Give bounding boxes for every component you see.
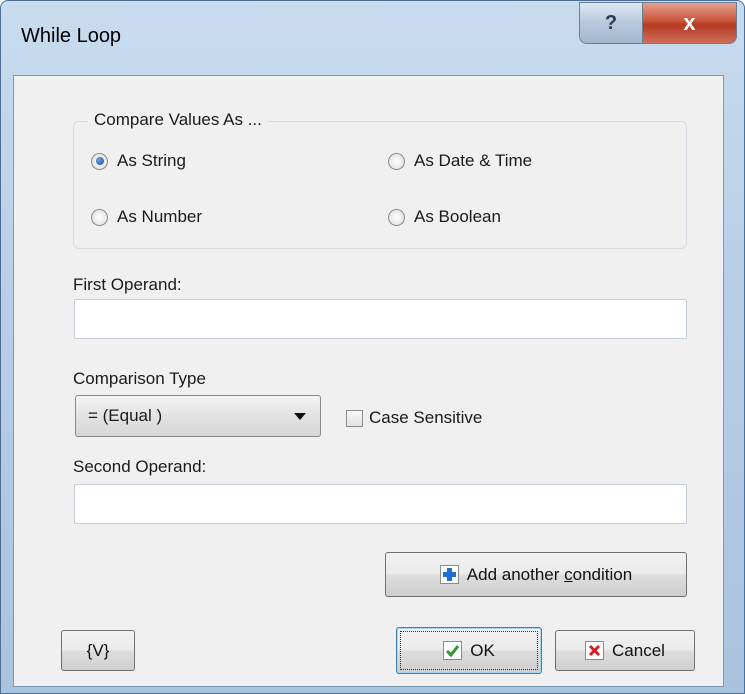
radio-as-boolean[interactable]: As Boolean: [388, 207, 501, 227]
radio-unselected-icon[interactable]: [91, 208, 108, 226]
plus-icon: [439, 565, 459, 584]
radio-as-number-label: As Number: [117, 207, 203, 226]
while-loop-dialog: While Loop ? x Compare Values As ... As …: [0, 0, 745, 694]
chevron-down-icon[interactable]: [294, 413, 306, 420]
case-sensitive-checkbox[interactable]: Case Sensitive: [346, 408, 482, 428]
first-operand-input[interactable]: [74, 299, 687, 339]
variables-button[interactable]: {V}: [61, 630, 135, 671]
radio-selected-icon[interactable]: [91, 152, 108, 170]
radio-unselected-icon[interactable]: [388, 208, 405, 226]
compare-values-legend: Compare Values As ...: [88, 110, 268, 130]
focus-ring: [400, 631, 538, 670]
comparison-type-value: = (Equal ): [88, 406, 163, 425]
radio-as-date-time-label: As Date & Time: [414, 151, 533, 170]
dialog-body: Compare Values As ... As String As Date …: [13, 75, 724, 687]
second-operand-input[interactable]: [74, 484, 687, 524]
add-condition-button[interactable]: Add another condition: [385, 552, 687, 597]
case-sensitive-label: Case Sensitive: [369, 408, 483, 427]
ok-button[interactable]: OK: [396, 627, 542, 674]
checkbox-unchecked-icon[interactable]: [346, 409, 363, 427]
close-button[interactable]: x: [642, 2, 737, 44]
comparison-type-label: Comparison Type: [73, 369, 206, 388]
radio-as-number[interactable]: As Number: [91, 207, 202, 227]
first-operand-label: First Operand:: [73, 275, 182, 294]
comparison-type-select[interactable]: = (Equal ): [75, 395, 321, 437]
radio-as-date-time[interactable]: As Date & Time: [388, 151, 532, 171]
radio-as-string[interactable]: As String: [91, 151, 186, 171]
cancel-label: Cancel: [612, 640, 665, 660]
help-button[interactable]: ?: [579, 2, 643, 44]
window-title: While Loop: [21, 25, 122, 47]
radio-unselected-icon[interactable]: [388, 152, 405, 170]
cancel-button[interactable]: Cancel: [555, 630, 695, 671]
radio-as-string-label: As String: [117, 151, 186, 170]
compare-values-group: Compare Values As ... As String As Date …: [73, 110, 687, 249]
x-icon: [585, 641, 605, 660]
second-operand-label: Second Operand:: [73, 457, 207, 476]
radio-as-boolean-label: As Boolean: [414, 207, 501, 226]
add-condition-label: Add another condition: [466, 564, 633, 584]
title-bar[interactable]: While Loop ? x: [1, 1, 744, 75]
